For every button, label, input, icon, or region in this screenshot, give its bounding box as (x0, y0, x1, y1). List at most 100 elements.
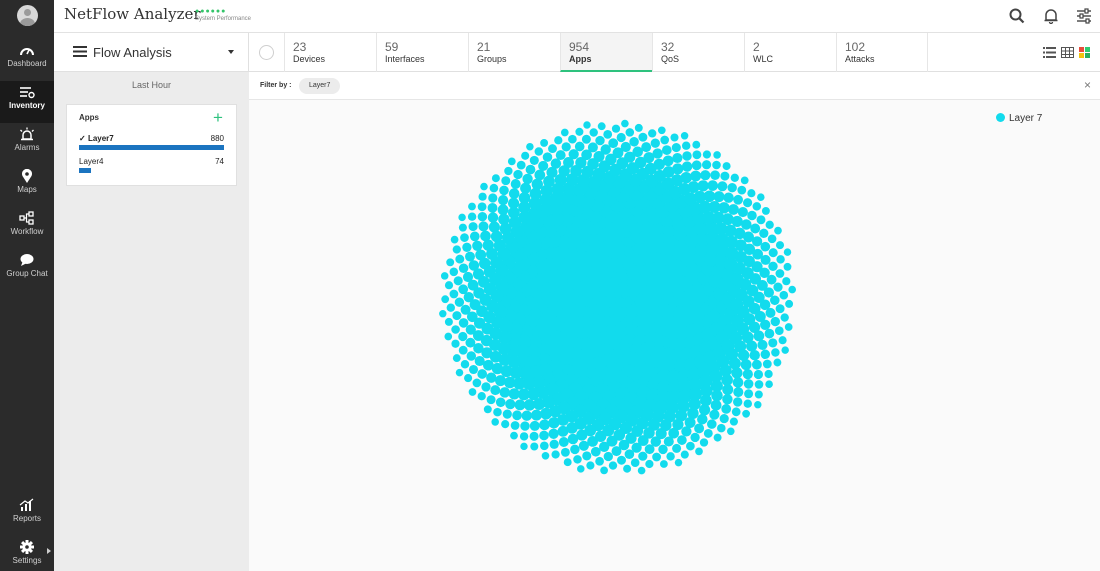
app-bubble[interactable] (652, 452, 662, 462)
app-bubble[interactable] (560, 447, 570, 457)
app-bubble[interactable] (468, 260, 480, 271)
tab-apps[interactable]: 954 Apps (560, 33, 652, 72)
app-bubble[interactable] (611, 446, 622, 457)
app-bubble[interactable] (762, 359, 772, 369)
app-bubble[interactable] (743, 198, 753, 208)
app-bubble[interactable] (460, 359, 470, 369)
app-bubble[interactable] (478, 221, 489, 232)
app-bubble[interactable] (452, 245, 461, 254)
nav-item-group-chat[interactable]: Group Chat (0, 249, 54, 291)
app-bubble[interactable] (686, 441, 695, 451)
app-bubble[interactable] (495, 397, 506, 408)
app-bubble[interactable] (453, 276, 463, 286)
app-bubble[interactable] (750, 223, 761, 234)
app-bubble[interactable] (727, 183, 737, 193)
app-bubble[interactable] (652, 148, 663, 159)
app-bubble[interactable] (472, 378, 482, 388)
app-bubble[interactable] (625, 128, 635, 137)
app-bubble[interactable] (677, 435, 687, 445)
app-bubble[interactable] (761, 206, 770, 215)
expand-arrow-icon[interactable] (47, 548, 51, 554)
app-bubble[interactable] (526, 142, 534, 151)
app-bubble[interactable] (491, 174, 500, 183)
app-bubble[interactable] (554, 136, 563, 145)
app-bubble[interactable] (700, 170, 711, 181)
app-bubble[interactable] (504, 376, 516, 389)
app-bubble[interactable] (680, 450, 689, 459)
close-icon[interactable]: × (1084, 79, 1091, 91)
app-bubble[interactable] (638, 451, 648, 461)
tab-wlc[interactable]: 2 WLC (744, 33, 836, 72)
flow-analysis-dropdown[interactable]: Flow Analysis (54, 33, 249, 72)
app-bubble[interactable] (775, 241, 785, 250)
app-bubble[interactable] (760, 254, 771, 265)
app-bubble[interactable] (757, 339, 768, 350)
app-bubble[interactable] (770, 295, 780, 306)
app-bubble[interactable] (549, 439, 559, 449)
app-bubble[interactable] (629, 137, 639, 147)
app-bubble[interactable] (468, 202, 476, 211)
app-bubble[interactable] (548, 417, 560, 429)
app-bubble[interactable] (450, 235, 459, 244)
app-bubble[interactable] (488, 221, 500, 233)
app-bubble[interactable] (573, 455, 582, 464)
app-bubble[interactable] (731, 407, 741, 417)
app-bubble[interactable] (493, 407, 502, 417)
performance-indicator[interactable]: ●●●●●● (195, 8, 226, 15)
app-bubble[interactable] (589, 128, 598, 137)
app-bubble[interactable] (507, 157, 516, 166)
app-bubble[interactable] (737, 185, 747, 195)
app-bubble[interactable] (439, 310, 447, 318)
app-bubble[interactable] (611, 124, 621, 133)
app-bubble[interactable] (672, 152, 683, 164)
app-bubble[interactable] (731, 367, 743, 379)
app-bubble[interactable] (540, 407, 552, 420)
app-bubble[interactable] (478, 192, 487, 201)
app-bubble[interactable] (666, 452, 675, 461)
app-bubble[interactable] (697, 180, 709, 192)
nav-item-dashboard[interactable]: Dashboard (0, 39, 54, 81)
app-bubble[interactable] (452, 354, 461, 363)
app-bubble[interactable] (737, 207, 748, 218)
app-bubble[interactable] (444, 281, 454, 290)
app-bubble[interactable] (638, 132, 648, 142)
app-bubble[interactable] (477, 202, 487, 212)
app-bubble[interactable] (574, 141, 585, 152)
app-bubble[interactable] (751, 359, 762, 370)
nav-item-workflow[interactable]: Workflow (0, 207, 54, 249)
list-view-icon[interactable] (1043, 47, 1056, 58)
app-bubble[interactable] (551, 450, 560, 459)
app-bubble[interactable] (659, 460, 668, 468)
app-bubble[interactable] (467, 212, 477, 221)
app-bubble[interactable] (560, 128, 569, 137)
app-bubble[interactable] (680, 132, 689, 140)
app-bubble[interactable] (766, 274, 777, 285)
app-bubble[interactable] (774, 326, 784, 336)
app-bubble[interactable] (680, 171, 692, 184)
app-bubble[interactable] (458, 263, 469, 274)
app-bubble[interactable] (590, 446, 601, 457)
heatmap-view-icon[interactable] (1079, 47, 1090, 58)
add-icon[interactable]: + (213, 109, 223, 126)
app-bubble[interactable] (531, 178, 543, 190)
app-bubble[interactable] (451, 325, 460, 334)
app-bubble[interactable] (455, 254, 465, 264)
app-bubble[interactable] (510, 179, 521, 189)
app-bubble[interactable] (508, 388, 520, 400)
app-bubble[interactable] (692, 150, 702, 160)
app-bubble[interactable] (521, 151, 530, 160)
sliders-icon[interactable] (1076, 8, 1092, 24)
app-bubble[interactable] (586, 461, 595, 470)
app-bubble[interactable] (469, 231, 480, 242)
app-bubble[interactable] (563, 458, 572, 467)
app-bubble[interactable] (557, 425, 569, 437)
app-bubble[interactable] (452, 311, 462, 321)
app-bubble[interactable] (474, 355, 485, 367)
app-bubble[interactable] (458, 345, 468, 355)
app-bubble[interactable] (539, 441, 549, 451)
app-bubble[interactable] (498, 195, 509, 206)
app-row-layer7[interactable]: ✓ Layer7 880 (67, 134, 236, 156)
app-bubble[interactable] (727, 427, 735, 436)
app-bubble[interactable] (648, 129, 657, 138)
app-bubble[interactable] (458, 284, 469, 295)
